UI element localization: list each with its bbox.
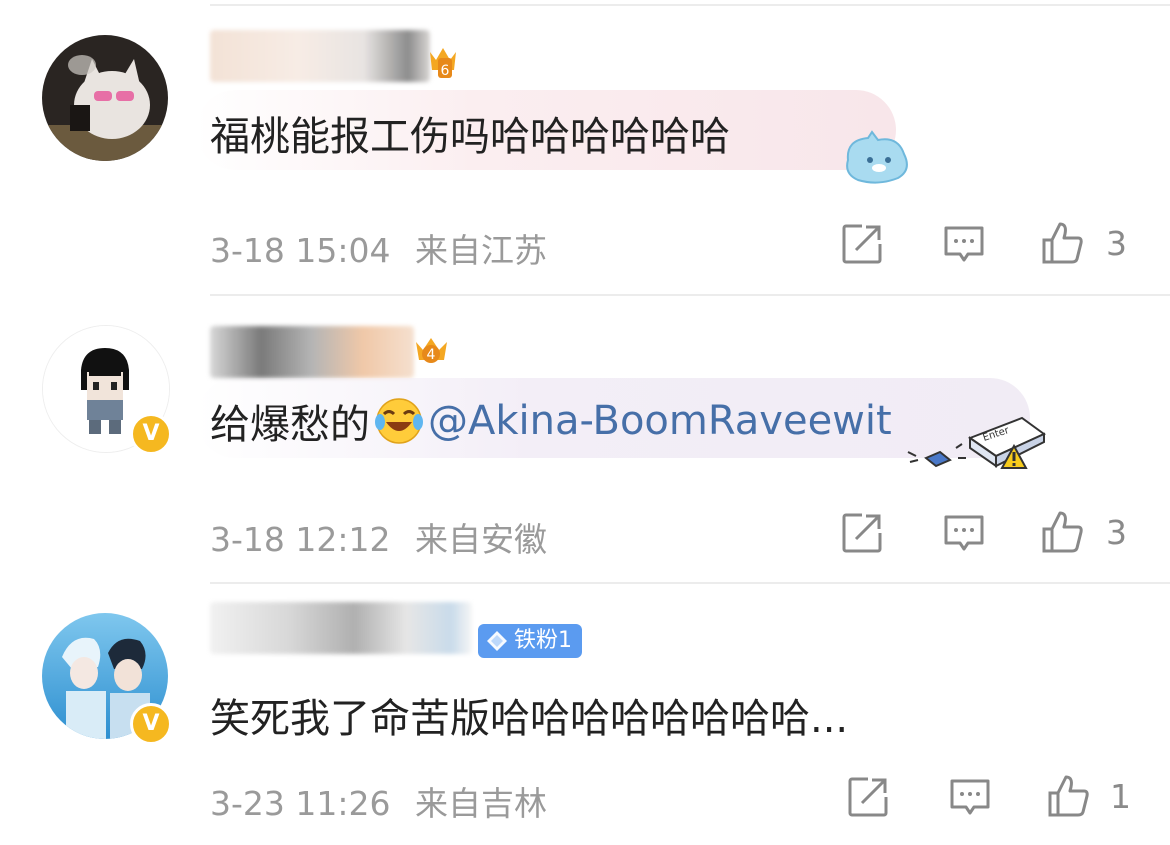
comment-date: 3-23 11:26 — [210, 784, 391, 823]
comment-icon[interactable] — [942, 222, 986, 266]
comment-location: 来自安徽 — [415, 520, 547, 559]
comment-meta: 3-18 12:12 来自安徽 — [210, 513, 547, 561]
like-count: 1 — [1110, 777, 1131, 816]
divider — [210, 582, 1170, 584]
comment-date: 3-18 12:12 — [210, 520, 391, 559]
laughing-tears-emoji-icon — [375, 398, 423, 444]
verified-badge: V — [130, 703, 172, 745]
avatar[interactable] — [42, 35, 168, 161]
fan-badge[interactable]: 铁粉1 — [478, 624, 582, 658]
comment-location: 来自江苏 — [415, 231, 547, 270]
diamond-icon — [487, 631, 507, 651]
username[interactable] — [210, 326, 414, 378]
verified-badge: V — [130, 413, 172, 455]
svg-text:6: 6 — [441, 63, 450, 79]
level-crown-icon: 4 — [416, 338, 447, 363]
comment-icon[interactable] — [942, 511, 986, 555]
level-crown-icon: 6 — [430, 48, 456, 79]
like-count: 3 — [1106, 513, 1127, 552]
thumbs-up-icon[interactable] — [1040, 509, 1084, 553]
comment-icon[interactable] — [948, 775, 992, 819]
comment-text: 笑死我了命苦版哈哈哈哈哈哈哈哈... — [210, 696, 849, 742]
divider — [210, 4, 1170, 6]
mention-link[interactable]: @Akina-BoomRaveewit — [428, 398, 892, 444]
divider — [210, 294, 1170, 296]
comment-text: 给爆愁的 @Akina-BoomRaveewit — [210, 398, 892, 448]
fan-badge-label: 铁粉1 — [514, 628, 572, 653]
thumbs-up-icon[interactable] — [1046, 773, 1090, 817]
enter-key-sticker-icon: Enter — [907, 416, 1046, 469]
share-icon[interactable] — [840, 222, 884, 266]
username[interactable] — [210, 30, 430, 82]
share-icon[interactable] — [840, 511, 884, 555]
username[interactable] — [210, 602, 472, 654]
comment-location: 来自吉林 — [415, 784, 547, 823]
like-count: 3 — [1106, 224, 1127, 263]
comment-meta: 3-18 15:04 来自江苏 — [210, 224, 547, 272]
share-icon[interactable] — [846, 775, 890, 819]
svg-text:4: 4 — [427, 347, 436, 363]
cat-sticker-icon — [846, 130, 908, 184]
thumbs-up-icon[interactable] — [1040, 220, 1084, 264]
comment-meta: 3-23 11:26 来自吉林 — [210, 777, 547, 825]
comment-date: 3-18 15:04 — [210, 231, 391, 270]
comment-text: 福桃能报工伤吗哈哈哈哈哈哈 — [210, 114, 730, 160]
